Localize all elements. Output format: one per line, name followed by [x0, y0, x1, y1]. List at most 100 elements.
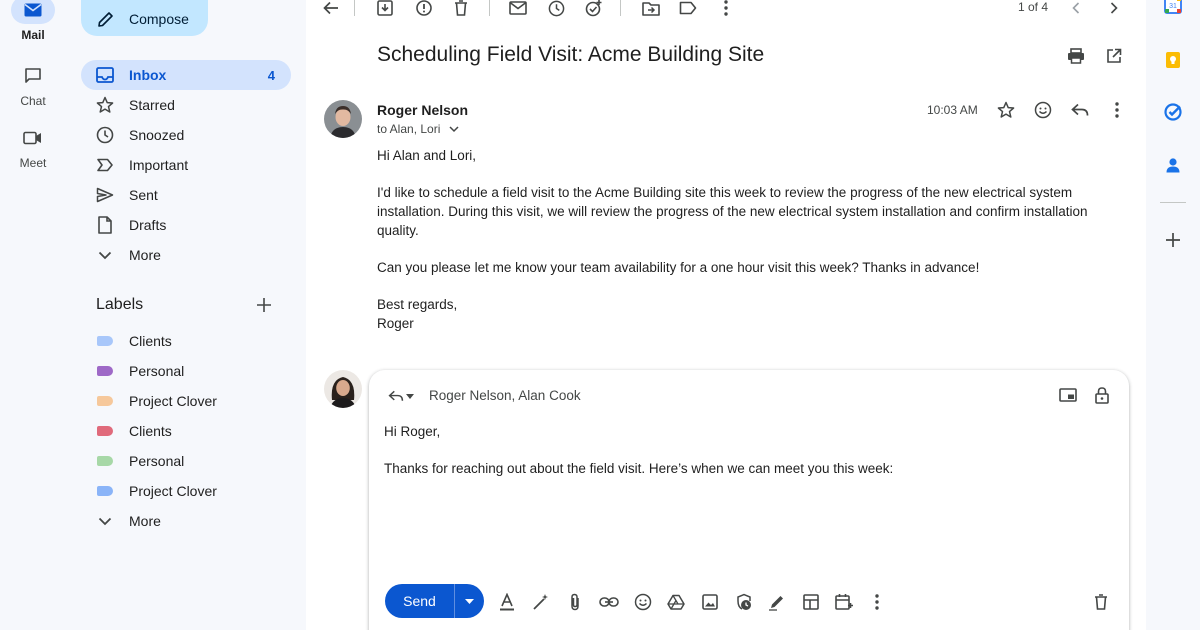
label-name: Project Clover: [129, 393, 217, 409]
caret-down-icon: [465, 598, 474, 604]
send-options-button[interactable]: [455, 584, 484, 618]
tasks-icon[interactable]: [1162, 101, 1184, 123]
nav-item-drafts[interactable]: Drafts: [81, 210, 291, 240]
sender-name[interactable]: Roger Nelson: [377, 102, 468, 118]
magic-pen-icon[interactable]: [531, 592, 551, 612]
add-label-button[interactable]: [254, 295, 274, 320]
label-icon: [95, 391, 115, 411]
link-icon[interactable]: [599, 592, 619, 612]
chevron-down-icon: [95, 245, 115, 265]
user-avatar[interactable]: [324, 370, 362, 408]
reply-body[interactable]: Hi Roger, Thanks for reaching out about …: [384, 422, 1084, 496]
label-item[interactable]: Personal: [81, 446, 291, 476]
reply-recipients[interactable]: Roger Nelson, Alan Cook: [429, 388, 581, 403]
label-name: Personal: [129, 363, 185, 379]
label-item[interactable]: Clients: [81, 416, 291, 446]
nav-item-sent[interactable]: Sent: [81, 180, 291, 210]
toolbar-divider: [620, 0, 621, 16]
reply-greeting: Hi Roger,: [384, 424, 441, 439]
drive-icon[interactable]: [666, 592, 686, 612]
label-item[interactable]: Clients: [81, 326, 291, 356]
lock-icon[interactable]: [1091, 384, 1113, 406]
label-name: Project Clover: [129, 483, 217, 499]
more-vert-icon[interactable]: [715, 0, 737, 19]
delete-icon[interactable]: [450, 0, 472, 19]
important-icon: [95, 155, 115, 175]
discard-draft-icon[interactable]: [1091, 592, 1111, 612]
get-addons-plus-icon[interactable]: [1162, 229, 1184, 251]
label-name: Clients: [129, 333, 172, 349]
label-color: [97, 426, 113, 436]
message-time: 10:03 AM: [927, 103, 978, 117]
nav-label: More: [129, 513, 161, 529]
confidential-mode-icon[interactable]: [734, 592, 754, 612]
compose-button[interactable]: Compose: [81, 0, 208, 36]
label-color: [97, 366, 113, 376]
mail-icon: [11, 0, 55, 24]
print-icon[interactable]: [1065, 45, 1087, 67]
unread-count: 4: [267, 67, 275, 83]
emoji-icon[interactable]: [633, 592, 653, 612]
emoji-icon[interactable]: [1032, 99, 1054, 121]
rail-chat[interactable]: Chat: [0, 62, 66, 108]
email-subject: Scheduling Field Visit: Acme Building Si…: [377, 43, 765, 66]
mark-unread-icon[interactable]: [507, 0, 529, 19]
open-new-window-icon[interactable]: [1103, 45, 1125, 67]
archive-icon[interactable]: [374, 0, 396, 19]
side-divider: [1160, 202, 1186, 203]
label-item[interactable]: Project Clover: [81, 476, 291, 506]
nav-item-inbox[interactable]: Inbox 4: [81, 60, 291, 90]
pop-out-icon[interactable]: [1057, 384, 1079, 406]
labels-more[interactable]: More: [81, 506, 291, 536]
image-icon[interactable]: [700, 592, 720, 612]
add-task-icon[interactable]: [583, 0, 605, 19]
nav-item-snoozed[interactable]: Snoozed: [81, 120, 291, 150]
label-item[interactable]: Project Clover: [81, 386, 291, 416]
label-icon[interactable]: [677, 0, 699, 19]
text-format-icon[interactable]: [497, 592, 517, 612]
contacts-icon[interactable]: [1162, 154, 1184, 176]
body-paragraph: Hi Alan and Lori,: [377, 148, 477, 163]
sender-avatar[interactable]: [324, 100, 362, 138]
body-signature: Roger: [377, 316, 414, 331]
recipients-line[interactable]: to Alan, Lori: [377, 122, 459, 136]
nav-label: Snoozed: [129, 127, 185, 143]
label-icon: [95, 421, 115, 441]
rail-meet[interactable]: Meet: [0, 124, 66, 170]
keep-icon[interactable]: [1162, 49, 1184, 71]
signature-pen-icon[interactable]: [767, 592, 787, 612]
calendar-icon[interactable]: 31: [1162, 0, 1184, 16]
caret-down-icon[interactable]: [403, 385, 417, 407]
label-item[interactable]: Personal: [81, 356, 291, 386]
label-icon: [95, 451, 115, 471]
calendar-add-icon[interactable]: [834, 592, 854, 612]
attach-icon[interactable]: [565, 592, 585, 612]
label-name: Clients: [129, 423, 172, 439]
layout-template-icon[interactable]: [801, 592, 821, 612]
send-button[interactable]: Send: [385, 584, 455, 618]
report-spam-icon[interactable]: [413, 0, 435, 19]
nav-label: Starred: [129, 97, 175, 113]
nav-item-more[interactable]: More: [81, 240, 291, 270]
more-vert-icon[interactable]: [867, 592, 887, 612]
more-vert-icon[interactable]: [1106, 99, 1128, 121]
back-arrow-icon[interactable]: [320, 0, 342, 19]
rail-mail-label: Mail: [21, 28, 45, 42]
rail-mail[interactable]: Mail: [0, 0, 66, 42]
mail-nav: Compose Inbox 4 Starred Snoozed Importan…: [66, 0, 306, 630]
label-color: [97, 336, 113, 346]
label-icon: [95, 331, 115, 351]
reply-icon[interactable]: [1069, 99, 1091, 121]
chevron-left-icon[interactable]: [1065, 0, 1087, 19]
nav-item-important[interactable]: Important: [81, 150, 291, 180]
inbox-icon: [95, 65, 115, 85]
snooze-icon[interactable]: [545, 0, 567, 19]
nav-label: More: [129, 247, 161, 263]
label-color: [97, 456, 113, 466]
recipients-text: to Alan, Lori: [377, 122, 441, 136]
chevron-right-icon[interactable]: [1103, 0, 1125, 19]
reply-composer: Roger Nelson, Alan Cook Hi Roger, Thanks…: [369, 370, 1129, 630]
move-to-icon[interactable]: [640, 0, 662, 19]
nav-item-starred[interactable]: Starred: [81, 90, 291, 120]
star-icon[interactable]: [995, 99, 1017, 121]
